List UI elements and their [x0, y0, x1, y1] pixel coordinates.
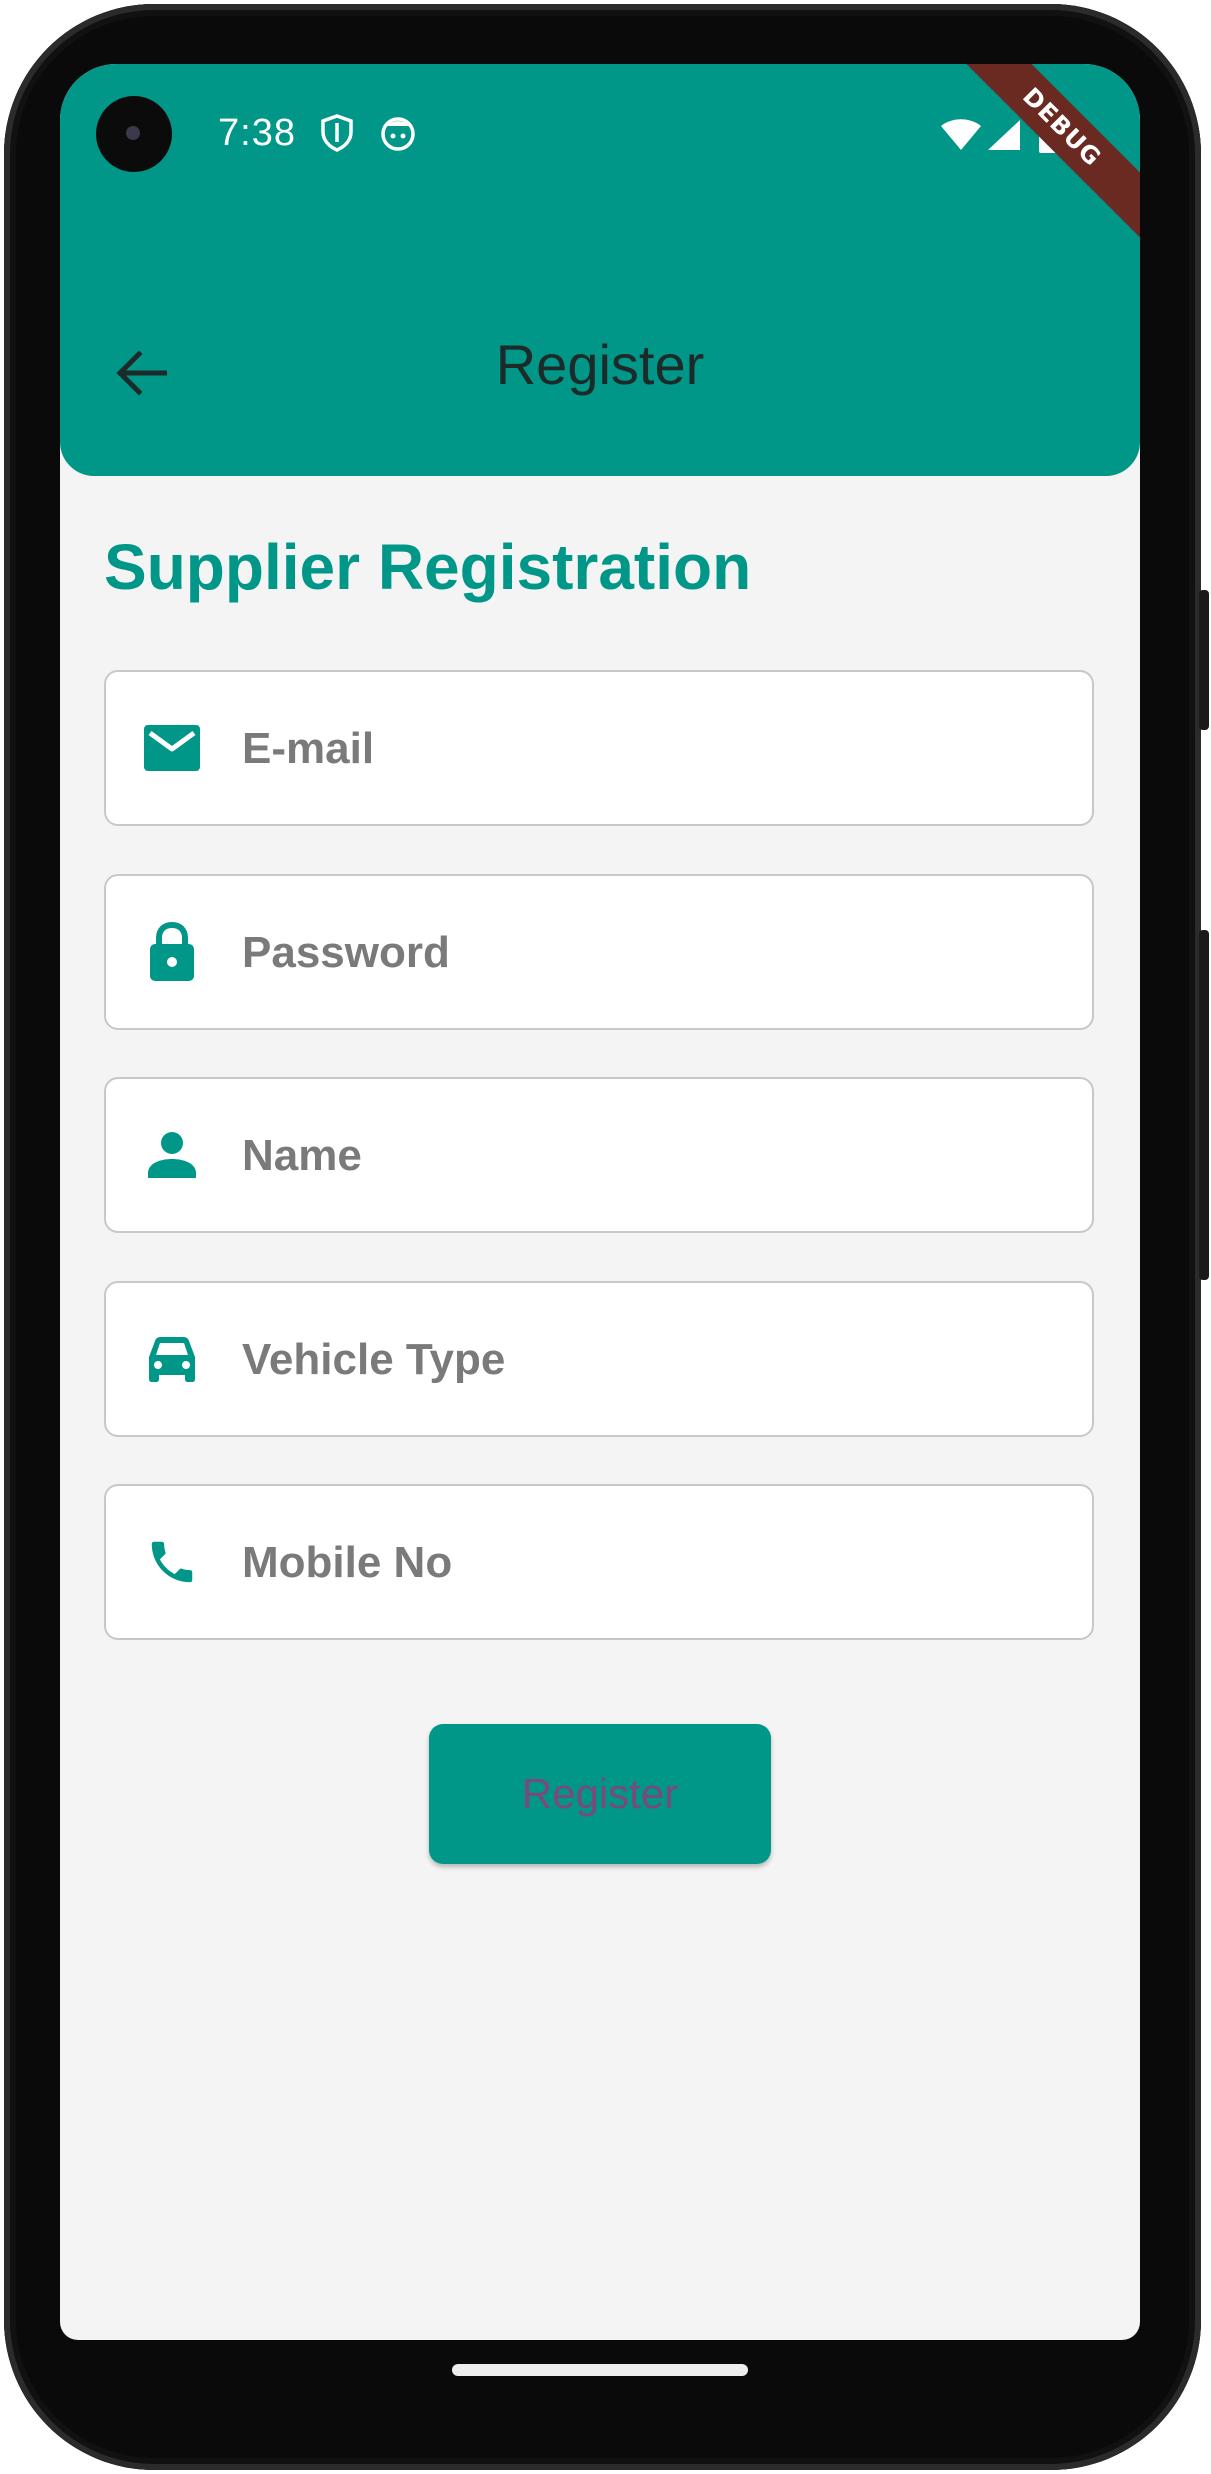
email-field[interactable] — [104, 670, 1094, 826]
lock-icon — [142, 922, 202, 982]
mobile-no-input[interactable] — [240, 1486, 1072, 1640]
name-input[interactable] — [240, 1079, 1072, 1233]
face-icon — [380, 114, 416, 152]
phone-icon — [142, 1532, 202, 1592]
form-heading: Supplier Registration — [104, 531, 752, 603]
shield-icon — [320, 114, 354, 152]
person-icon — [142, 1125, 202, 1185]
vehicle-type-field[interactable] — [104, 1281, 1094, 1437]
wifi-icon — [940, 118, 982, 152]
register-button[interactable]: Register — [429, 1724, 771, 1864]
app-bar: 7:38 DEBUG Register — [60, 64, 1140, 476]
car-icon — [142, 1329, 202, 1389]
email-input[interactable] — [240, 672, 1072, 826]
mail-icon — [142, 718, 202, 778]
signal-icon — [986, 118, 1022, 152]
volume-button — [1199, 930, 1209, 1280]
password-field[interactable] — [104, 874, 1094, 1030]
mobile-no-field[interactable] — [104, 1484, 1094, 1640]
password-input[interactable] — [240, 876, 1072, 1030]
status-bar: 7:38 — [60, 64, 1140, 204]
front-camera — [96, 96, 172, 172]
app-screen: 7:38 DEBUG Register Supplier Registratio… — [60, 64, 1140, 2340]
page-title: Register — [495, 333, 705, 396]
status-time: 7:38 — [218, 112, 296, 154]
vehicle-type-input[interactable] — [240, 1283, 1072, 1437]
phone-frame: 7:38 DEBUG Register Supplier Registratio… — [0, 0, 1211, 2474]
power-button — [1199, 590, 1209, 730]
home-indicator[interactable] — [452, 2364, 748, 2376]
name-field[interactable] — [104, 1077, 1094, 1233]
